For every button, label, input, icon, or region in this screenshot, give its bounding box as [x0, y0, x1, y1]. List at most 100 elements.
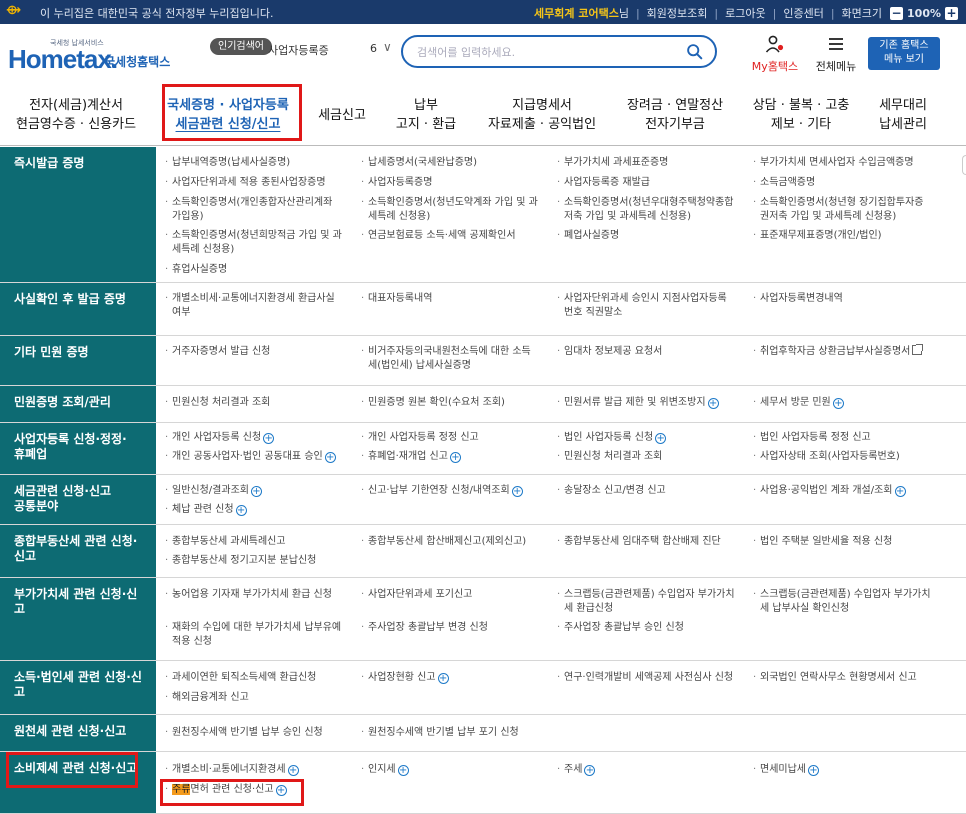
menu-link[interactable]: 세무서 방문 민원+	[750, 396, 938, 410]
plus-circle-icon[interactable]: +	[894, 486, 906, 497]
menu-link[interactable]: 사업자단위과세 승인시 지점사업자등록번호 직권말소	[554, 292, 742, 320]
nav-tax-agent[interactable]: 세무대리 납세관리	[868, 96, 938, 134]
menu-link[interactable]: 해외금융계좌 신고	[162, 691, 350, 705]
menu-link[interactable]: 재화의 수입에 대한 부가가치세 납부유예적용 신청	[162, 621, 350, 649]
menu-link[interactable]: 사업자상태 조회(사업자등록번호)	[750, 450, 938, 464]
nav-incentive[interactable]: 장려금 · 연말정산 전자기부금	[618, 96, 732, 134]
menu-link[interactable]: 원천징수세액 반기별 납부 포기 신청	[358, 726, 546, 740]
menu-link[interactable]: 개별소비세·교통에너지환경세 환급사실여부	[162, 292, 350, 320]
menu-link[interactable]: 소득확인증명서(청년우대형주택청약종합저축 가입 및 과세특례 신청용)	[554, 196, 742, 224]
menu-link[interactable]: 소득확인증명서(청년도약계좌 가입 및 과세특례 신청용)	[358, 196, 546, 224]
menu-link[interactable]: 스크랩등(금관련제품) 수입업자 부가가치세 환급신청	[554, 588, 742, 616]
menu-link[interactable]: 임대차 정보제공 요청서	[554, 345, 742, 359]
menu-link[interactable]: 사업자등록증 재발급	[554, 176, 742, 190]
menu-link[interactable]: 휴업사실증명	[162, 263, 350, 277]
plus-circle-icon[interactable]: +	[584, 765, 596, 776]
search-icon[interactable]	[686, 43, 703, 60]
logout-link[interactable]: 로그아웃	[725, 5, 765, 21]
menu-link[interactable]: 소득확인증명서(청년형 장기집합투자증권저축 가입 및 과세특례 신청용)	[750, 196, 938, 224]
menu-link[interactable]: 법인 사업자등록 신청+	[554, 431, 742, 445]
menu-link[interactable]: 사업장현황 신고+	[358, 671, 546, 685]
plus-circle-icon[interactable]: +	[275, 785, 287, 796]
menu-link[interactable]: 연구·인력개발비 세액공제 사전심사 신청	[554, 671, 742, 685]
plus-circle-icon[interactable]: +	[324, 452, 336, 463]
plus-circle-icon[interactable]: +	[287, 765, 299, 776]
menu-link[interactable]: 개인 사업자등록 신청+	[162, 431, 350, 445]
menu-link[interactable]: 주류면허 관련 신청·신고+	[162, 783, 350, 797]
menu-link[interactable]: 주세+	[554, 763, 742, 777]
plus-circle-icon[interactable]: +	[832, 398, 844, 409]
external-link-icon[interactable]	[912, 344, 924, 355]
menu-link[interactable]: 민원서류 발급 제한 및 위변조방지+	[554, 396, 742, 410]
menu-link[interactable]: 종합부동산세 합산배제신고(제외신고)	[358, 535, 546, 549]
nav-certificate-registration[interactable]: 국세증명 · 사업자등록 세금관련 신청/신고	[160, 96, 296, 134]
menu-link[interactable]: 개인 공동사업자·법인 공동대표 승인+	[162, 450, 350, 464]
plus-circle-icon[interactable]: +	[250, 486, 262, 497]
nav-consultation[interactable]: 상담 · 불복 · 고충 제보 · 기타	[746, 96, 856, 134]
menu-link[interactable]: 주사업장 총괄납부 승인 신청	[554, 621, 742, 635]
menu-link[interactable]: 개별소비·교통에너지환경세+	[162, 763, 350, 777]
category-title[interactable]: 소득·법인세 관련 신청·신고	[0, 661, 156, 714]
menu-link[interactable]: 사업자등록증명	[358, 176, 546, 190]
category-title[interactable]: 소비제세 관련 신청·신고	[0, 752, 156, 813]
category-title[interactable]: 즉시발급 증명	[0, 147, 156, 282]
menu-link[interactable]: 비거주자등의국내원천소득에 대한 소득세(법인세) 납세사실증명	[358, 345, 546, 373]
menu-link[interactable]: 종합부동산세 과세특례신고	[162, 535, 350, 549]
menu-link[interactable]: 사업용·공익법인 계좌 개설/조회+	[750, 484, 938, 498]
menu-link[interactable]: 체납 관련 신청+	[162, 503, 350, 517]
search-input[interactable]	[417, 43, 677, 61]
menu-link[interactable]: 납부내역증명(납세사실증명)	[162, 156, 350, 170]
category-title[interactable]: 사업자등록 신청·정정· 휴폐업	[0, 423, 156, 474]
menu-link[interactable]: 주사업장 총괄납부 변경 신청	[358, 621, 546, 635]
chevron-down-icon[interactable]: ∨	[383, 40, 392, 54]
menu-link[interactable]: 사업자단위과세 적용 종된사업장증명	[162, 176, 350, 190]
menu-link[interactable]: 신고·납부 기한연장 신청/내역조회+	[358, 484, 546, 498]
menu-link[interactable]: 소득확인증명서(청년희망적금 가입 및 과세특례 신청용)	[162, 229, 350, 257]
plus-circle-icon[interactable]: +	[707, 398, 719, 409]
zoom-in-button[interactable]: +	[945, 6, 958, 20]
menu-link[interactable]: 폐업사실증명	[554, 229, 742, 243]
nav-payment[interactable]: 납부 고지 · 환급	[386, 96, 466, 134]
menu-link[interactable]: 대표자등록내역	[358, 292, 546, 306]
menu-link[interactable]: 거주자증명서 발급 신청	[162, 345, 350, 359]
menu-link[interactable]: 표준재무제표증명(개인/법인)	[750, 229, 938, 243]
nav-tax-filing[interactable]: 세금신고	[312, 106, 372, 125]
category-title[interactable]: 종합부동산세 관련 신청· 신고	[0, 525, 156, 577]
plus-circle-icon[interactable]: +	[655, 433, 667, 444]
plus-circle-icon[interactable]: +	[263, 433, 275, 444]
nav-e-invoice[interactable]: 전자(세금)계산서 현금영수증 · 신용카드	[16, 96, 136, 134]
menu-link[interactable]: 농어업용 기자재 부가가치세 환급 신청	[162, 588, 350, 602]
menu-link[interactable]: 개인 사업자등록 정정 신고	[358, 431, 546, 445]
category-title[interactable]: 부가가치세 관련 신청·신고	[0, 578, 156, 660]
menu-link[interactable]: 취업후학자금 상환금납부사실증명서	[750, 344, 938, 359]
menu-link[interactable]: 민원증명 원본 확인(수요처 조회)	[358, 396, 546, 410]
menu-link[interactable]: 납세증명서(국세완납증명)	[358, 156, 546, 170]
menu-link[interactable]: 소득확인증명서(개인종합자산관리계좌가입용)	[162, 196, 350, 224]
menu-link[interactable]: 종합부동산세 정기고지분 분납신청	[162, 554, 350, 568]
category-title[interactable]: 기타 민원 증명	[0, 336, 156, 385]
menu-link[interactable]: 스크랩등(금관련제품) 수입업자 부가가치세 납부사실 확인신청	[750, 588, 938, 616]
category-title[interactable]: 원천세 관련 신청·신고	[0, 715, 156, 751]
menu-link[interactable]: 부가가치세 과세표준증명	[554, 156, 742, 170]
member-info-link[interactable]: 회원정보조회	[647, 5, 708, 21]
plus-circle-icon[interactable]: +	[449, 452, 461, 463]
category-title[interactable]: 민원증명 조회/관리	[0, 386, 156, 422]
menu-link[interactable]: 연금보험료등 소득·세액 공제확인서	[358, 229, 546, 243]
menu-link[interactable]: 인지세+	[358, 763, 546, 777]
menu-link[interactable]: 법인 주택분 일반세율 적용 신청	[750, 535, 938, 549]
plus-circle-icon[interactable]: +	[437, 673, 449, 684]
menu-link[interactable]: 부가가치세 면세사업자 수입금액증명	[750, 156, 938, 170]
plus-circle-icon[interactable]: +	[808, 765, 819, 776]
plus-circle-icon[interactable]: +	[397, 765, 409, 776]
plus-circle-icon[interactable]: +	[235, 505, 247, 516]
zoom-out-button[interactable]: −	[890, 6, 904, 20]
menu-link[interactable]: 사업자단위과세 포기신고	[358, 588, 546, 602]
category-title[interactable]: 사실확인 후 발급 증명	[0, 283, 156, 335]
nav-payment-statement[interactable]: 지급명세서 자료제출 · 공익법인	[480, 96, 604, 134]
classic-menu-button[interactable]: 기존 홈택스 메뉴 보기	[868, 37, 940, 70]
menu-link[interactable]: 사업자등록변경내역	[750, 292, 938, 306]
category-title[interactable]: 세금관련 신청·신고 공통분야	[0, 475, 156, 524]
hometax-logo[interactable]: 국세청 납세서비스 Hometax. 국세청홈택스	[8, 38, 170, 74]
cert-center-link[interactable]: 인증센터	[783, 5, 823, 21]
menu-link[interactable]: 면세미납세+	[750, 763, 938, 777]
